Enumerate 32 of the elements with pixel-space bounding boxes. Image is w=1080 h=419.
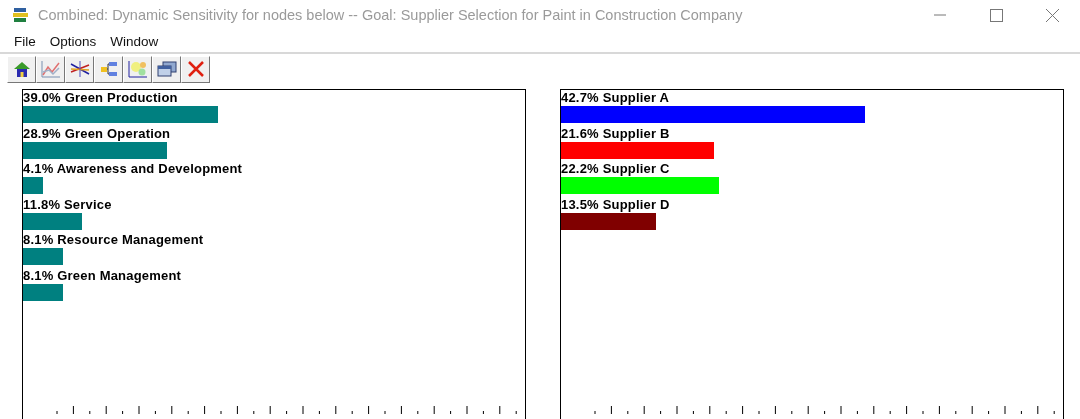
bar-label: 4.1% Awareness and Development (23, 162, 244, 177)
bar-label: 13.5% Supplier D (561, 197, 671, 212)
bar-label: 39.0% Green Production (23, 91, 179, 105)
menu-item[interactable]: Options (42, 33, 104, 49)
bar-label: 8.1% Green Management (23, 268, 183, 283)
tree-icon (99, 60, 118, 79)
toolbar-button[interactable] (94, 55, 123, 83)
menu-item[interactable]: Window (103, 33, 166, 49)
bar-label: 42.7% Supplier A (561, 91, 671, 105)
window-title: Combined: Dynamic Sensitivity for nodes below -- Goal: Supplier Selection for Paint in Construction Company (38, 7, 744, 23)
bar-label: 11.8% Service (23, 197, 113, 212)
bar-label: 22.2% Supplier C (561, 162, 671, 177)
toolbar-button[interactable] (152, 55, 181, 83)
toolbar-button[interactable] (181, 55, 210, 83)
home-icon (12, 60, 31, 79)
bar-label: 28.9% Green Operation (23, 126, 172, 141)
toolbar-button[interactable] (123, 55, 152, 83)
bar-label: 8.1% Resource Management (23, 233, 205, 248)
app-icon (13, 8, 29, 22)
line-chart-icon (40, 60, 61, 79)
menu-item[interactable]: File (7, 33, 43, 49)
windows-icon (156, 60, 177, 79)
minimize-icon (934, 14, 946, 16)
maximize-icon (989, 8, 1003, 22)
toolbar-button[interactable] (7, 55, 36, 83)
diagram-icon (127, 60, 148, 79)
bar-label: 21.6% Supplier B (561, 126, 671, 141)
crossing-lines-icon (69, 60, 90, 79)
toolbar-button[interactable] (65, 55, 94, 83)
toolbar-button[interactable] (36, 55, 65, 83)
close-icon (186, 60, 205, 79)
close-icon (1045, 8, 1059, 22)
